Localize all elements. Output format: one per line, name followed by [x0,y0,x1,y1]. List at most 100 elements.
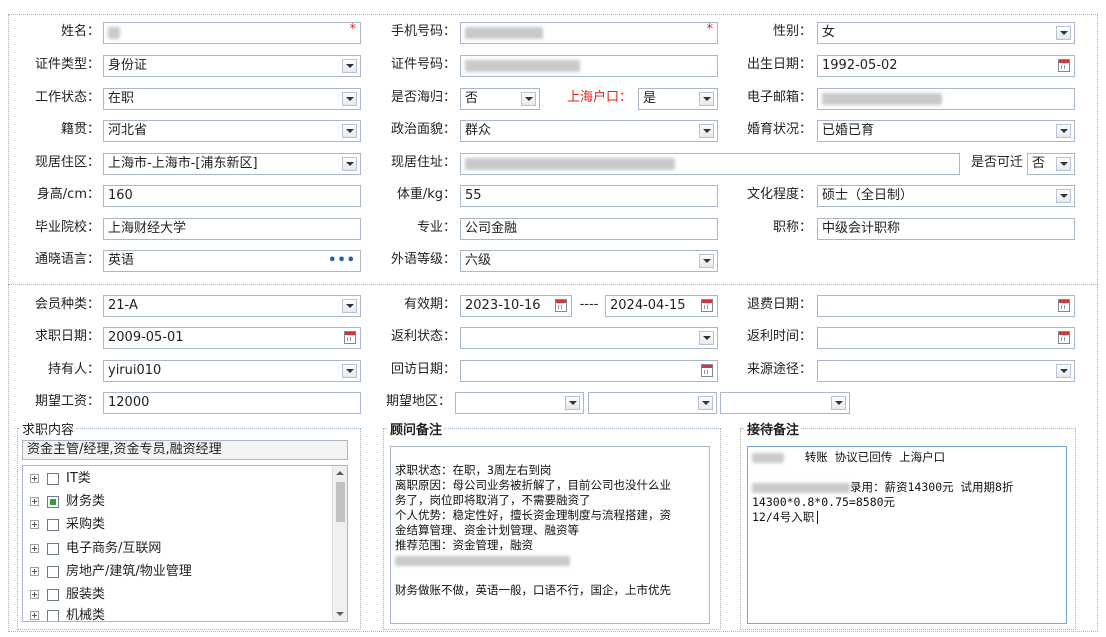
expand-icon[interactable] [30,520,39,529]
member-type-select[interactable]: 21-A [103,295,361,317]
chevron-down-icon[interactable] [342,124,357,138]
sh-hukou-select[interactable]: 是 [638,88,718,110]
calendar-icon[interactable] [701,364,713,377]
chevron-down-icon[interactable] [342,157,357,171]
marital-select[interactable]: 已婚已育 [817,120,1075,142]
region-district-select[interactable] [720,392,850,414]
checkbox-icon[interactable] [47,518,59,531]
chevron-down-icon[interactable] [1056,364,1071,378]
salary-input[interactable]: 12000 [103,392,361,414]
region-province-select[interactable] [455,392,584,414]
expand-icon[interactable] [30,567,39,576]
source-select[interactable] [817,360,1075,382]
major-input[interactable]: 公司金融 [460,218,718,240]
sh-hukou-label: 上海户口： [566,90,632,105]
phone-input[interactable]: * [460,22,718,44]
tree-item-it[interactable]: IT类 [30,469,91,489]
tree-scrollbar[interactable] [332,466,347,621]
valid-to-input[interactable]: 2024-04-15 [605,295,718,317]
chevron-down-icon[interactable] [342,92,357,106]
scroll-up-icon[interactable] [336,471,344,475]
consultant-note-textarea[interactable]: 求职状态：在职，3周左右到岗 离职原因：母公司业务被折解了，目前公司也没什么业 … [390,446,710,624]
valid-from-input[interactable]: 2023-10-16 [460,295,572,317]
chevron-down-icon[interactable] [699,254,714,268]
more-options-icon[interactable]: ••• [328,251,356,271]
weight-input[interactable]: 55 [460,185,718,207]
job-category-tree[interactable]: IT类 财务类 采购类 电子商务/互联网 房地产/建筑/物业管理 服装类 机械类 [22,465,348,622]
redacted-text [752,452,784,463]
id-no-input[interactable] [460,55,718,77]
chevron-down-icon[interactable] [1056,189,1071,203]
holder-select[interactable]: yirui010 [103,360,361,382]
tree-item-finance[interactable]: 财务类 [30,492,105,512]
chevron-down-icon[interactable] [521,92,536,106]
reception-note-textarea[interactable]: 转账 协议已回传 上海户口 录用：薪资14300元 试用期8折 14300*0.… [747,446,1067,624]
calendar-icon[interactable] [1058,331,1070,344]
email-input[interactable] [817,88,1075,110]
native-place-select[interactable]: 河北省 [103,120,361,142]
residence-select[interactable]: 上海市-上海市-[浦东新区] [103,153,361,175]
chevron-down-icon[interactable] [831,396,846,410]
region-city-select[interactable] [588,392,717,414]
relocate-select[interactable]: 否 [1027,153,1075,175]
tree-item-machinery[interactable]: 机械类 [30,607,105,621]
expand-icon[interactable] [30,611,39,620]
calendar-icon[interactable] [555,299,567,312]
name-input[interactable]: * [103,22,361,44]
reception-note-title: 接待备注 [745,419,802,438]
language-input[interactable]: 英语 ••• [103,250,361,272]
checkbox-icon[interactable] [47,588,59,601]
calendar-icon[interactable] [1058,59,1070,72]
checkbox-icon[interactable] [47,542,59,555]
chevron-down-icon[interactable] [699,331,714,345]
politics-select[interactable]: 群众 [460,120,718,142]
calendar-icon[interactable] [701,299,713,312]
address-input[interactable] [460,153,960,175]
height-input[interactable]: 160 [103,185,361,207]
returnee-select[interactable]: 否 [460,88,540,110]
school-input[interactable]: 上海财经大学 [103,218,361,240]
chevron-down-icon[interactable] [1056,157,1071,171]
expand-icon[interactable] [30,497,39,506]
chevron-down-icon[interactable] [699,92,714,106]
chevron-down-icon[interactable] [342,364,357,378]
id-no-label: 证件号码： [390,57,456,72]
birth-date-input[interactable]: 1992-05-02 [817,55,1075,77]
expand-icon[interactable] [30,590,39,599]
scroll-thumb[interactable] [336,482,345,522]
scroll-down-icon[interactable] [336,612,344,616]
visit-date-input[interactable] [460,360,718,382]
chevron-down-icon[interactable] [698,396,713,410]
major-label: 专业： [416,220,456,235]
rebate-status-select[interactable] [460,327,718,349]
chevron-down-icon[interactable] [565,396,580,410]
tree-item-ecommerce[interactable]: 电子商务/互联网 [30,539,161,559]
checkbox-icon[interactable] [47,472,59,485]
calendar-icon[interactable] [1058,299,1070,312]
expand-icon[interactable] [30,544,39,553]
tree-item-purchasing[interactable]: 采购类 [30,515,105,535]
chevron-down-icon[interactable] [1056,124,1071,138]
chevron-down-icon[interactable] [699,124,714,138]
lang-level-select[interactable]: 六级 [460,250,718,272]
checkbox-icon[interactable] [47,609,59,621]
rebate-time-input[interactable] [817,327,1075,349]
checkbox-partial-icon[interactable] [47,495,59,508]
tree-item-realestate[interactable]: 房地产/建筑/物业管理 [30,562,192,582]
gender-select[interactable]: 女 [817,22,1075,44]
checkbox-icon[interactable] [47,565,59,578]
tree-item-apparel[interactable]: 服装类 [30,585,105,605]
job-date-input[interactable]: 2009-05-01 [103,327,361,349]
refund-date-input[interactable] [817,295,1075,317]
chevron-down-icon[interactable] [342,299,357,313]
id-type-select[interactable]: 身份证 [103,55,361,77]
expand-icon[interactable] [30,474,39,483]
height-label: 身高/cm： [36,187,100,202]
chevron-down-icon[interactable] [342,59,357,73]
job-content-summary: 资金主管/经理,资金专员,融资经理 [22,440,348,460]
education-select[interactable]: 硕士（全日制） [817,185,1075,207]
work-status-select[interactable]: 在职 [103,88,361,110]
calendar-icon[interactable] [344,331,356,344]
title-input[interactable]: 中级会计职称 [817,218,1075,240]
chevron-down-icon[interactable] [1056,26,1071,40]
